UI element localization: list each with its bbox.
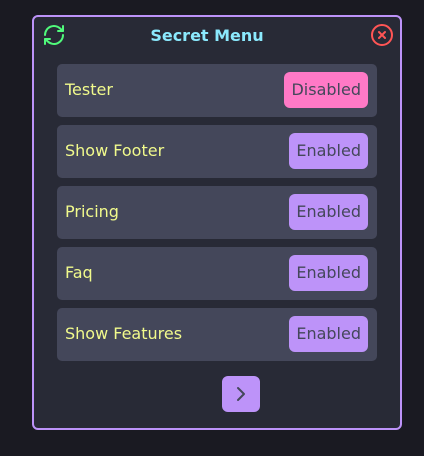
- chevron-right-icon: [237, 387, 245, 401]
- secret-menu-panel: Secret Menu Tester Disabled Show Footer …: [32, 15, 402, 430]
- toggle-pricing-button[interactable]: Enabled: [289, 194, 368, 230]
- toggle-show-features-button[interactable]: Enabled: [289, 316, 368, 352]
- next-page-button[interactable]: [222, 376, 260, 412]
- close-circle-icon[interactable]: [370, 23, 394, 47]
- setting-label: Show Features: [65, 324, 183, 343]
- toggle-show-footer-button[interactable]: Enabled: [289, 133, 368, 169]
- menu-title: Secret Menu: [150, 26, 264, 45]
- setting-label: Faq: [65, 263, 93, 282]
- setting-row-show-features: Show Features Enabled: [57, 308, 377, 361]
- setting-row-pricing: Pricing Enabled: [57, 186, 377, 239]
- settings-list: Tester Disabled Show Footer Enabled Pric…: [57, 64, 377, 369]
- setting-label: Show Footer: [65, 141, 165, 160]
- setting-label: Tester: [65, 80, 113, 99]
- setting-row-faq: Faq Enabled: [57, 247, 377, 300]
- setting-label: Pricing: [65, 202, 119, 221]
- toggle-faq-button[interactable]: Enabled: [289, 255, 368, 291]
- menu-header: Secret Menu: [34, 17, 400, 53]
- setting-row-show-footer: Show Footer Enabled: [57, 125, 377, 178]
- toggle-tester-button[interactable]: Disabled: [284, 72, 368, 108]
- setting-row-tester: Tester Disabled: [57, 64, 377, 117]
